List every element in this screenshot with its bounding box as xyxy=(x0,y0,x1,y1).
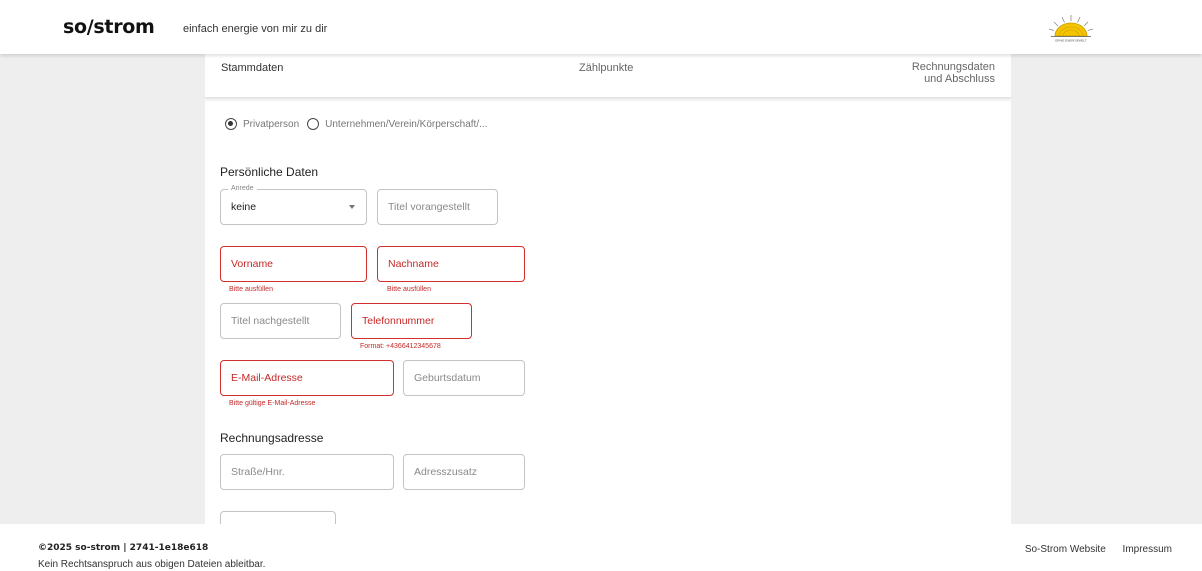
customer-type-radio-group: Privatperson Unternehmen/Verein/Körpersc… xyxy=(225,118,495,130)
first-name-field[interactable]: Vorname xyxy=(220,246,367,282)
radio-privatperson[interactable] xyxy=(225,118,237,130)
radio-unternehmen[interactable] xyxy=(307,118,320,130)
slogan: einfach energie von mir zu dir xyxy=(183,23,328,35)
first-name-placeholder: Vorname xyxy=(231,258,274,270)
step-stammdaten[interactable]: Stammdaten xyxy=(221,62,283,74)
disclaimer-text: Kein Rechtsanspruch aus obigen Dateien a… xyxy=(38,559,266,570)
step-rechnungsdaten[interactable]: Rechnungsdaten und Abschluss xyxy=(912,61,995,85)
address-extra-field[interactable]: Adresszusatz xyxy=(403,454,525,490)
first-name-helper: Bitte ausfüllen xyxy=(229,286,273,293)
phone-field[interactable]: Telefonnummer xyxy=(351,303,472,339)
last-name-helper: Bitte ausfüllen xyxy=(387,286,431,293)
so-strom-logo[interactable]: so/strom xyxy=(63,16,155,38)
salutation-select[interactable]: Anrede keine xyxy=(220,185,367,225)
phone-helper: Format: +4366412345678 xyxy=(360,343,441,350)
form-panel: Stammdaten Zählpunkte Rechnungsdaten und… xyxy=(205,54,1011,524)
last-name-field[interactable]: Nachname xyxy=(377,246,525,282)
stepper: Stammdaten Zählpunkte Rechnungsdaten und… xyxy=(205,54,1011,98)
salutation-value: keine xyxy=(231,201,257,213)
radio-unternehmen-label[interactable]: Unternehmen/Verein/Körperschaft/... xyxy=(325,119,487,130)
phone-placeholder: Telefonnummer xyxy=(362,315,435,327)
so-strom-website-link[interactable]: So-Strom Website xyxy=(1025,544,1106,555)
title-suffix-placeholder: Titel nachgestellt xyxy=(231,315,310,327)
address-extra-placeholder: Adresszusatz xyxy=(414,466,478,478)
copyright-text: ©2025 so-strom | 2741-1e18e618 xyxy=(38,543,209,553)
billing-address-title: Rechnungsadresse xyxy=(220,431,324,445)
footer-links: So-Strom Website Impressum xyxy=(1011,544,1172,555)
footer: ©2025 so-strom | 2741-1e18e618 Kein Rech… xyxy=(0,524,1202,571)
salutation-legend: Anrede xyxy=(228,185,257,192)
title-prefix-placeholder: Titel vorangestellt xyxy=(388,201,470,213)
title-prefix-field[interactable]: Titel vorangestellt xyxy=(377,189,498,225)
partial-field[interactable] xyxy=(220,511,336,524)
email-helper: Bitte gültige E-Mail-Adresse xyxy=(229,400,316,407)
personal-data-title: Persönliche Daten xyxy=(220,165,319,179)
radio-privatperson-label[interactable]: Privatperson xyxy=(243,119,299,130)
top-bar: so/strom einfach energie von mir zu dir … xyxy=(0,0,1202,54)
step-zaehlpunkte[interactable]: Zählpunkte xyxy=(579,62,633,74)
street-placeholder: Straße/Hnr. xyxy=(231,466,285,478)
impressum-link[interactable]: Impressum xyxy=(1123,544,1172,555)
email-placeholder: E-Mail-Adresse xyxy=(231,372,303,384)
birthdate-placeholder: Geburtsdatum xyxy=(414,372,481,384)
sun-logo-caption: ERNIE ENERGIEWELT xyxy=(1055,39,1087,43)
dropdown-arrow-icon xyxy=(349,205,355,209)
email-field[interactable]: E-Mail-Adresse xyxy=(220,360,394,396)
sun-logo-icon[interactable]: ERNIE ENERGIEWELT xyxy=(1041,12,1101,44)
birthdate-field[interactable]: Geburtsdatum xyxy=(403,360,525,396)
last-name-placeholder: Nachname xyxy=(388,258,439,270)
street-field[interactable]: Straße/Hnr. xyxy=(220,454,394,490)
title-suffix-field[interactable]: Titel nachgestellt xyxy=(220,303,341,339)
